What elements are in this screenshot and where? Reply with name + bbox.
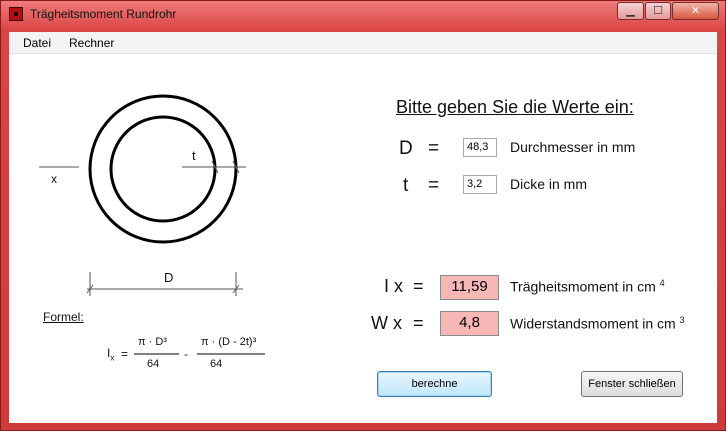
minimize-button[interactable]: ▁ [617, 2, 644, 20]
client-area: t x D Formel: Ix = π · D³ 64 - π · (D - … [9, 54, 717, 423]
title-bar: Trägheitsmoment Rundrohr ▁ ☐ ✕ [1, 1, 725, 29]
formula-equals: = [121, 347, 129, 361]
formula-ix: Ix [107, 346, 115, 363]
thickness-description: Dicke in mm [510, 176, 588, 192]
formula-denominator-2: 64 [210, 358, 223, 370]
ix-description: Trägheitsmoment in cm 4 [510, 278, 665, 295]
formula-denominator-1: 64 [147, 358, 160, 370]
formula-numerator-2: π · (D - 2t)³ [201, 336, 257, 348]
inner-circle [109, 115, 217, 223]
fraction-bar-2 [197, 353, 265, 355]
formula-numerator-1: π · D³ [138, 336, 167, 348]
app-window: Trägheitsmoment Rundrohr ▁ ☐ ✕ Datei Rec… [0, 0, 726, 431]
formula-minus: - [184, 347, 188, 361]
menu-bar: Datei Rechner [9, 32, 717, 54]
t-equals: = [428, 175, 440, 196]
thickness-label: t [192, 148, 196, 163]
wx-result-field: 4,8 [440, 311, 499, 336]
close-window-text-button[interactable]: Fenster schließen [581, 371, 683, 397]
menu-rechner[interactable]: Rechner [69, 36, 114, 50]
menu-datei[interactable]: Datei [23, 36, 51, 50]
maximize-button[interactable]: ☐ [645, 2, 671, 20]
d-equals: = [428, 138, 440, 159]
window-title: Trägheitsmoment Rundrohr [30, 7, 177, 21]
t-symbol: t [403, 175, 409, 196]
d-symbol: D [399, 138, 413, 159]
fraction-bar-1 [134, 353, 179, 355]
x-axis-label: x [51, 172, 57, 186]
wx-equals: = [413, 313, 424, 333]
diameter-description: Durchmesser in mm [510, 139, 636, 155]
app-icon [9, 7, 23, 21]
ix-equals: = [413, 276, 424, 296]
wx-description: Widerstandsmoment in cm 3 [510, 315, 685, 332]
close-window-button[interactable]: ✕ [672, 2, 719, 20]
wx-symbol: W x [371, 313, 402, 333]
input-heading: Bitte geben Sie die Werte ein: [396, 97, 634, 117]
formula-heading: Formel: [43, 310, 84, 324]
ix-result-field: 11,59 [440, 275, 499, 300]
pipe-cross-section-diagram [39, 94, 246, 296]
diameter-label: D [164, 270, 174, 285]
diameter-input[interactable]: 48,3 [463, 138, 497, 157]
calculate-button[interactable]: berechne [377, 371, 492, 397]
ix-symbol: I x [384, 276, 404, 296]
thickness-input[interactable]: 3,2 [463, 175, 497, 194]
